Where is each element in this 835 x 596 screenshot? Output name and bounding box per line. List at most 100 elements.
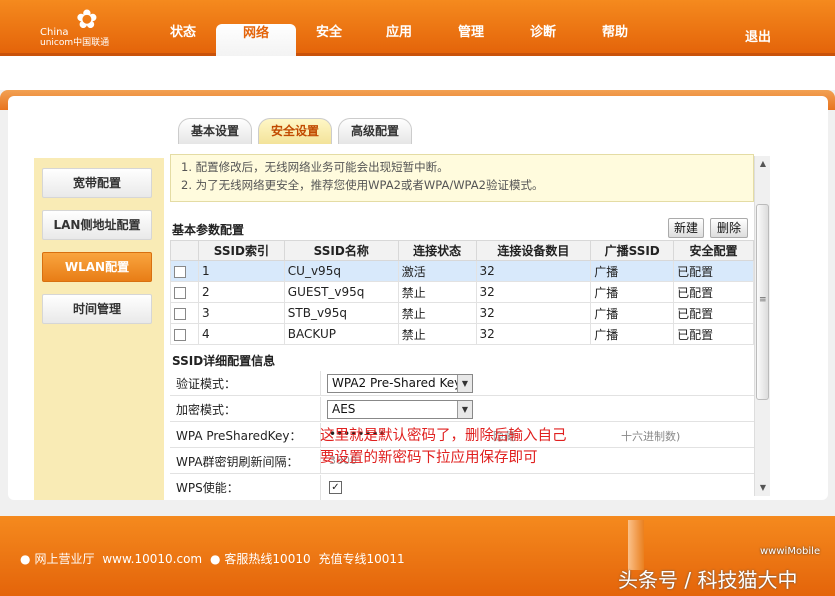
unicom-knot-icon: ✿ (76, 5, 98, 35)
top-header: ✿ China unicom中国联通 状态 网络 安全 应用 管理 诊断 帮助 … (0, 0, 835, 56)
scroll-up-icon[interactable]: ▲ (755, 156, 771, 172)
table-cell: BACKUP (283, 323, 399, 345)
auth-mode-select[interactable]: WPA2 Pre-Shared Key ▼ (327, 374, 473, 393)
table-cell: STB_v95q (283, 302, 399, 324)
table-row[interactable]: 1 CU_v95q 激活 32 广播 已配置 (170, 260, 754, 282)
sidebar-item-time[interactable]: 时间管理 (42, 294, 152, 324)
footer-links: ● 网上营业厅 www.10010.com ● 客服热线10010 充值专线1001… (20, 550, 409, 567)
column-header: 连接设备数目 (475, 240, 592, 261)
footer-url-link[interactable]: www.10010.com (102, 552, 202, 566)
column-header: SSID索引 (197, 240, 285, 261)
auth-mode-label: 验证模式： (176, 377, 237, 391)
notice-line-2: 2. 为了无线网络更安全，推荐您使用WPA2或者WPA/WPA2验证模式。 (181, 178, 544, 192)
nav-management[interactable]: 管理 (448, 22, 494, 56)
grip-icon: ≡ (759, 295, 767, 305)
row-checkbox[interactable] (174, 286, 186, 299)
notice-line-1: 1. 配置修改后，无线网络业务可能会出现短暂中断。 (181, 160, 449, 174)
logout-link[interactable]: 退出 (745, 26, 771, 45)
encryption-mode-select[interactable]: AES ▼ (327, 400, 473, 419)
column-header: 广播SSID (590, 240, 675, 261)
bullet-icon: ● (209, 552, 221, 566)
table-cell: 已配置 (673, 260, 754, 282)
logo-text-line2: unicom中国联通 (40, 38, 110, 48)
footer-hall-link[interactable]: 网上营业厅 (34, 552, 94, 566)
table-cell: 禁止 (397, 281, 477, 303)
nav-security[interactable]: 安全 (306, 22, 352, 56)
ssid-detail-title: SSID详细配置信息 (172, 354, 276, 368)
row-checkbox[interactable] (174, 328, 186, 341)
encryption-mode-row: 加密模式： AES ▼ (170, 397, 754, 422)
watermark-small: wwwiMobile (760, 546, 821, 557)
table-row[interactable]: 3 STB_v95q 禁止 32 广播 已配置 (170, 302, 754, 324)
bullet-icon: ● (20, 552, 31, 566)
sidebar-item-broadband[interactable]: 宽带配置 (42, 168, 152, 198)
table-header-row: SSID索引 SSID名称 连接状态 连接设备数目 广播SSID 安全配置 (170, 240, 754, 261)
encryption-mode-label: 加密模式： (176, 403, 237, 417)
wps-label: WPS使能： (176, 481, 239, 495)
content-area: 1. 配置修改后，无线网络业务可能会出现短暂中断。 2. 为了无线网络更安全，推… (170, 154, 754, 500)
psk-hex-hint: 十六进制数) (621, 430, 681, 443)
table-cell: 已配置 (673, 302, 754, 324)
row-checkbox-cell (170, 260, 199, 282)
wps-checkbox[interactable]: ✓ (329, 481, 342, 494)
table-cell: 32 (475, 302, 592, 324)
content-scrollbar[interactable]: ▲ ≡ ▼ (754, 156, 770, 496)
table-cell: 4 (197, 323, 285, 345)
table-cell: 广播 (590, 323, 675, 345)
nav-status[interactable]: 状态 (160, 22, 206, 56)
sidebar-item-lan[interactable]: LAN侧地址配置 (42, 210, 152, 240)
nav-diagnostics[interactable]: 诊断 (520, 22, 566, 56)
chevron-down-icon: ▼ (457, 401, 472, 418)
table-cell: 已配置 (673, 323, 754, 345)
row-checkbox-cell (170, 281, 199, 303)
wps-row: WPS使能： ✓ (170, 475, 754, 500)
tab-advanced-config[interactable]: 高级配置 (338, 118, 412, 144)
logo-text-line1: China (40, 27, 69, 38)
column-header: 安全配置 (673, 240, 754, 261)
footer-hotline: 客服热线10010 (224, 552, 311, 566)
new-button[interactable]: 新建 (668, 218, 704, 238)
nav-network[interactable]: 网络 (216, 24, 296, 56)
psk-label: WPA PreSharedKey： (176, 429, 302, 443)
table-cell: 禁止 (397, 323, 477, 345)
footer-decoration (628, 520, 644, 570)
table-cell: 激活 (397, 260, 477, 282)
notice-box: 1. 配置修改后，无线网络业务可能会出现短暂中断。 2. 为了无线网络更安全，推… (170, 154, 754, 202)
chevron-down-icon: ▼ (457, 375, 472, 392)
encryption-mode-value: AES (332, 402, 356, 416)
nav-application[interactable]: 应用 (376, 22, 422, 56)
auth-mode-cell: WPA2 Pre-Shared Key ▼ (320, 371, 473, 396)
footer-recharge: 充值专线10011 (318, 552, 405, 566)
table-cell: 广播 (590, 302, 675, 324)
auth-mode-value: WPA2 Pre-Shared Key (332, 376, 462, 390)
ssid-table: SSID索引 SSID名称 连接状态 连接设备数目 广播SSID 安全配置 1 … (170, 240, 754, 345)
scroll-thumb[interactable]: ≡ (756, 204, 769, 400)
table-cell: 广播 (590, 281, 675, 303)
select-column-header (170, 240, 199, 261)
row-checkbox[interactable] (174, 307, 186, 320)
delete-button[interactable]: 删除 (710, 218, 748, 238)
basic-params-title: 基本参数配置 (172, 223, 245, 237)
header-spacer (0, 56, 835, 90)
table-cell: 1 (197, 260, 285, 282)
nav-help[interactable]: 帮助 (592, 22, 638, 56)
sidebar-item-wlan[interactable]: WLAN配置 (42, 252, 152, 282)
scroll-down-icon[interactable]: ▼ (755, 480, 771, 496)
tab-basic-settings[interactable]: 基本设置 (178, 118, 252, 144)
table-row[interactable]: 2 GUEST_v95q 禁止 32 广播 已配置 (170, 281, 754, 303)
wps-cell: ✓ (320, 475, 342, 500)
table-cell: 已配置 (673, 281, 754, 303)
watermark-text: 头条号 / 科技猫大中 (618, 568, 798, 592)
table-row[interactable]: 4 BACKUP 禁止 32 广播 已配置 (170, 323, 754, 345)
row-checkbox-cell (170, 323, 199, 345)
row-checkbox-cell (170, 302, 199, 324)
column-header: SSID名称 (283, 240, 399, 261)
tab-security-settings[interactable]: 安全设置 (258, 118, 332, 144)
auth-mode-row: 验证模式： WPA2 Pre-Shared Key ▼ (170, 371, 754, 396)
annotation-line-1: 这里就是默认密码了，删除后输入自己 (320, 428, 567, 444)
sidebar: 宽带配置 LAN侧地址配置 WLAN配置 时间管理 (34, 158, 164, 500)
group-rekey-label: WPA群密钥刷新间隔： (176, 455, 299, 469)
table-cell: 广播 (590, 260, 675, 282)
table-cell: 32 (475, 323, 592, 345)
row-checkbox[interactable] (174, 265, 186, 278)
